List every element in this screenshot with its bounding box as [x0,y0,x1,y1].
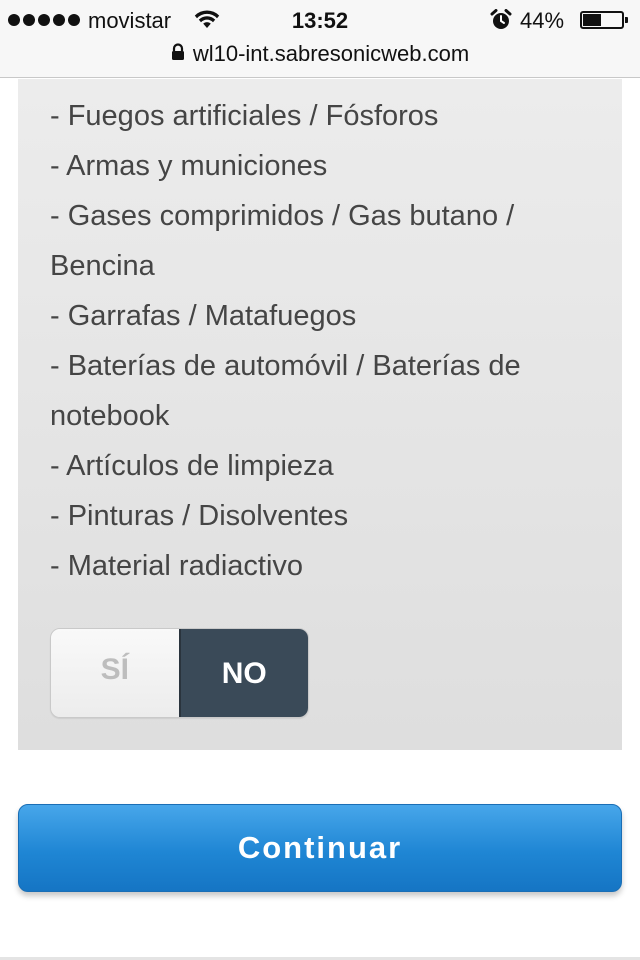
battery-level-fill [583,14,601,26]
prohibited-items-list: - Fuegos artificiales / Fósforos - Armas … [50,91,590,591]
list-item: - Gases comprimidos / Gas butano / Benci… [50,200,515,282]
yes-no-toggle: SÍ NO [50,628,309,718]
continue-button[interactable]: Continuar [18,804,622,892]
signal-dot [38,14,50,26]
alarm-clock-icon [490,9,512,36]
address-url: wl10-int.sabresonicweb.com [192,41,470,66]
wifi-icon [194,10,220,35]
signal-dot [53,14,65,26]
toggle-option-yes[interactable]: SÍ [51,629,179,717]
signal-dot [68,14,80,26]
list-item: - Artículos de limpieza [50,450,334,482]
signal-dot [23,14,35,26]
list-item: - Fuegos artificiales / Fósforos [50,100,439,132]
list-item: - Armas y municiones [50,150,328,182]
status-bar: movistar 13:52 44% [0,0,640,40]
battery-percentage: 44% [520,8,565,33]
toggle-option-no[interactable]: NO [178,629,308,717]
lock-icon [171,42,185,66]
list-item: - Garrafas / Matafuegos [50,300,357,332]
carrier-name: movistar [88,8,172,33]
list-item: - Material radiactivo [50,550,304,582]
list-item: - Baterías de automóvil / Baterías de no… [50,350,521,432]
list-item: - Pinturas / Disolventes [50,500,349,532]
browser-top-bar: movistar 13:52 44% wl10-int.sabresonicwe… [0,0,640,78]
dangerous-goods-panel: - Fuegos artificiales / Fósforos - Armas … [18,79,622,750]
address-bar[interactable]: wl10-int.sabresonicweb.com [0,38,640,70]
signal-strength-icon [8,14,80,28]
battery-icon [580,11,628,29]
signal-dot [8,14,20,26]
